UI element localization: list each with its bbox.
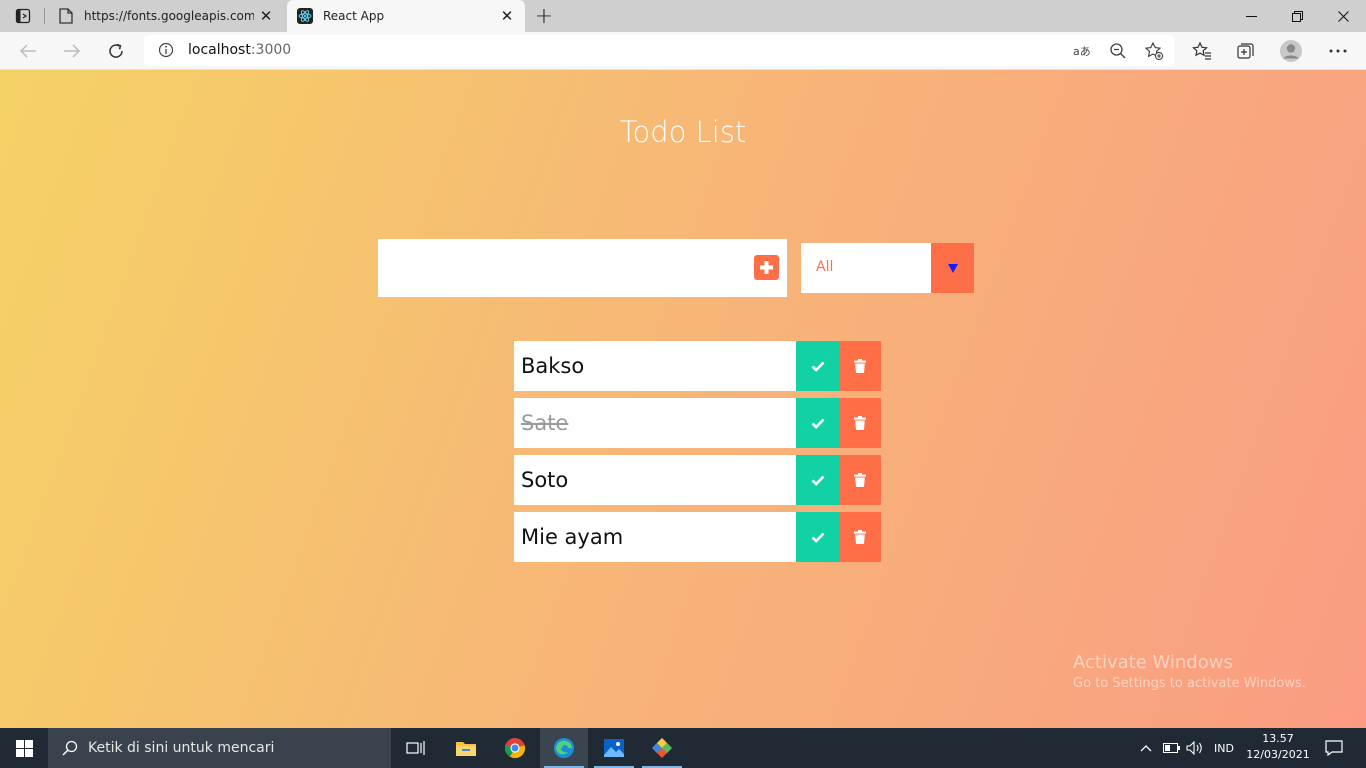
page-icon: [58, 8, 74, 24]
filter-selected-value: All: [816, 259, 834, 275]
profile-avatar-icon[interactable]: [1279, 39, 1303, 63]
close-window-icon[interactable]: [1320, 0, 1366, 32]
tab-title: React App: [323, 9, 385, 23]
complete-button[interactable]: [796, 341, 839, 391]
tab-fonts-googleapis[interactable]: https://fonts.googleapis.com/icc ✕: [48, 0, 284, 32]
react-logo-icon: [297, 8, 313, 24]
folder-icon: [456, 742, 476, 756]
tab-separator: [44, 8, 45, 24]
todo-text: Bakso: [514, 341, 796, 391]
complete-button[interactable]: [796, 512, 839, 562]
check-icon: [811, 532, 824, 543]
todo-input[interactable]: [378, 239, 748, 297]
browser-toolbar: localhost:3000 aあ: [0, 32, 1366, 70]
battery-icon[interactable]: [1161, 728, 1183, 768]
check-icon: [811, 361, 824, 372]
svg-text:aあ: aあ: [1073, 45, 1091, 58]
delete-button[interactable]: [839, 398, 881, 448]
url-host: localhost: [188, 42, 251, 58]
browser-tab-bar: https://fonts.googleapis.com/icc ✕ React…: [0, 0, 1366, 32]
windows-taskbar: Ketik di sini untuk mencari IND 13.57 12…: [0, 728, 1366, 768]
delete-button[interactable]: [839, 455, 881, 505]
trash-icon: [854, 473, 866, 487]
search-icon: [62, 740, 78, 756]
system-clock[interactable]: 13.57 12/03/2021: [1238, 731, 1318, 763]
filter-dropdown-button[interactable]: [931, 243, 974, 293]
complete-button[interactable]: [796, 455, 839, 505]
photos-icon: [604, 739, 624, 757]
clock-date: 12/03/2021: [1246, 748, 1310, 761]
photos-button[interactable]: [590, 728, 638, 768]
git-icon: [652, 738, 672, 758]
plus-icon: [760, 261, 773, 274]
collections-icon[interactable]: [1234, 39, 1258, 63]
favorites-icon[interactable]: [1190, 39, 1214, 63]
zoom-out-icon[interactable]: [1107, 40, 1129, 62]
todo-item: Soto: [514, 455, 881, 505]
complete-button[interactable]: [796, 398, 839, 448]
add-favorite-icon[interactable]: [1143, 40, 1165, 62]
forward-icon[interactable]: [58, 37, 86, 65]
filter-select[interactable]: All: [801, 243, 974, 293]
read-aloud-icon[interactable]: aあ: [1071, 40, 1093, 62]
task-view-icon: [406, 741, 425, 755]
taskbar-search-box[interactable]: Ketik di sini untuk mencari: [48, 728, 391, 768]
url-text: localhost:3000: [188, 42, 291, 58]
page-title: Todo List: [619, 115, 747, 149]
caret-down-icon: [947, 263, 958, 273]
todo-text: Mie ayam: [514, 512, 796, 562]
todo-item: Sate: [514, 398, 881, 448]
todo-item: Mie ayam: [514, 512, 881, 562]
todo-text: Soto: [514, 455, 796, 505]
start-button[interactable]: [0, 728, 48, 768]
site-info-icon[interactable]: [158, 42, 174, 62]
task-view-button[interactable]: [392, 728, 440, 768]
back-icon[interactable]: [14, 37, 42, 65]
todo-text: Sate: [514, 398, 796, 448]
watermark-title: Activate Windows: [1073, 652, 1233, 673]
minimize-icon[interactable]: [1228, 0, 1274, 32]
search-placeholder: Ketik di sini untuk mencari: [88, 740, 275, 756]
add-todo-button[interactable]: [754, 255, 779, 280]
close-tab-icon[interactable]: ✕: [254, 4, 278, 28]
trash-icon: [854, 530, 866, 544]
tab-actions-icon[interactable]: [12, 6, 34, 26]
file-explorer-button[interactable]: [442, 728, 490, 768]
input-language-indicator[interactable]: IND: [1208, 728, 1240, 768]
volume-icon[interactable]: [1184, 728, 1206, 768]
url-port: :3000: [250, 42, 292, 58]
refresh-icon[interactable]: [102, 37, 130, 65]
restore-icon[interactable]: [1274, 0, 1320, 32]
edge-button[interactable]: [540, 728, 588, 768]
tab-title: https://fonts.googleapis.com/icc: [84, 9, 254, 23]
new-tab-icon[interactable]: +: [532, 4, 556, 29]
todo-form: [378, 239, 787, 297]
activate-windows-watermark: Activate Windows Go to Settings to activ…: [1073, 652, 1306, 691]
page-viewport: Todo List All Bakso Sate Soto Mie ayam A…: [0, 70, 1366, 728]
windows-logo-icon: [15, 739, 33, 757]
chrome-button[interactable]: [491, 728, 539, 768]
check-icon: [811, 475, 824, 486]
edge-icon: [554, 738, 574, 758]
close-tab-icon[interactable]: ✕: [495, 4, 519, 28]
delete-button[interactable]: [839, 512, 881, 562]
check-icon: [811, 418, 824, 429]
todo-item: Bakso: [514, 341, 881, 391]
more-options-icon[interactable]: [1326, 39, 1350, 63]
address-bar[interactable]: localhost:3000 aあ: [144, 35, 1174, 66]
trash-icon: [854, 359, 866, 373]
notifications-icon[interactable]: [1318, 728, 1350, 768]
delete-button[interactable]: [839, 341, 881, 391]
show-hidden-icons-icon[interactable]: [1136, 728, 1156, 768]
clock-time: 13.57: [1262, 732, 1294, 745]
git-gui-button[interactable]: [638, 728, 686, 768]
watermark-subtitle: Go to Settings to activate Windows.: [1073, 676, 1306, 691]
tab-react-app[interactable]: React App ✕: [287, 0, 525, 32]
chrome-icon: [504, 738, 526, 759]
trash-icon: [854, 416, 866, 430]
